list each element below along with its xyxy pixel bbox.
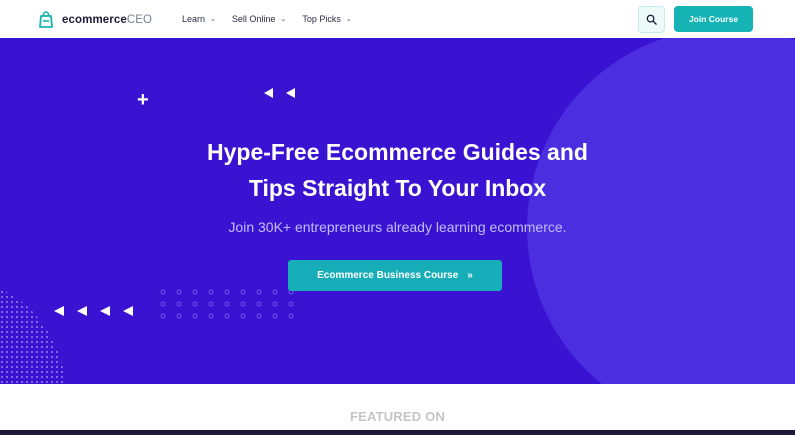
hero-title: Hype-Free Ecommerce Guides and Tips Stra… [0,134,795,206]
join-course-button[interactable]: Join Course [674,6,753,32]
main-nav: Learn ⌄ Sell Online ⌄ Top Picks ⌄ [182,14,352,24]
nav-item-learn[interactable]: Learn ⌄ [182,14,216,24]
search-button[interactable] [638,6,665,33]
dot-grid-decoration-icon [160,289,294,319]
hero-title-line-1: Hype-Free Ecommerce Guides and [207,139,588,165]
plus-decoration-icon: + [137,89,149,111]
dot-pattern-decoration-icon [1,291,63,383]
hero-section: + Hype-Free Ecommerce Guides and Tips St… [0,38,795,384]
logo-wordmark: ecommerceCEO [62,14,153,26]
nav-item-sell-online[interactable]: Sell Online ⌄ [232,14,286,24]
featured-on-heading: FEATURED ON [349,409,446,424]
double-chevron-right-icon: » [467,270,473,281]
nav-item-label: Top Picks [302,14,341,24]
chevron-down-icon: ⌄ [345,16,352,23]
hero-background-circle [527,38,795,384]
logo[interactable]: ecommerceCEO [36,9,152,31]
chevron-down-icon: ⌄ [210,16,216,23]
shopping-bag-logo-icon [36,10,56,30]
nav-item-label: Sell Online [231,14,276,24]
search-icon [646,14,657,25]
ecommerce-course-button[interactable]: Ecommerce Business Course » [288,260,502,291]
hero-title-line-2: Tips Straight To Your Inbox [248,175,547,201]
site-header: ecommerceCEO Learn ⌄ Sell Online ⌄ Top P… [0,0,795,38]
nav-item-top-picks[interactable]: Top Picks ⌄ [302,14,351,24]
cta-label: Ecommerce Business Course [317,270,459,281]
arrow-left-decoration-icon [264,88,295,98]
nav-item-label: Learn [182,14,206,24]
logo-strip-edge [0,430,795,435]
chevron-down-icon: ⌄ [280,16,287,23]
featured-on-section: FEATURED ON [0,384,795,435]
hero-subtitle: Join 30K+ entrepreneurs already learning… [228,219,567,235]
